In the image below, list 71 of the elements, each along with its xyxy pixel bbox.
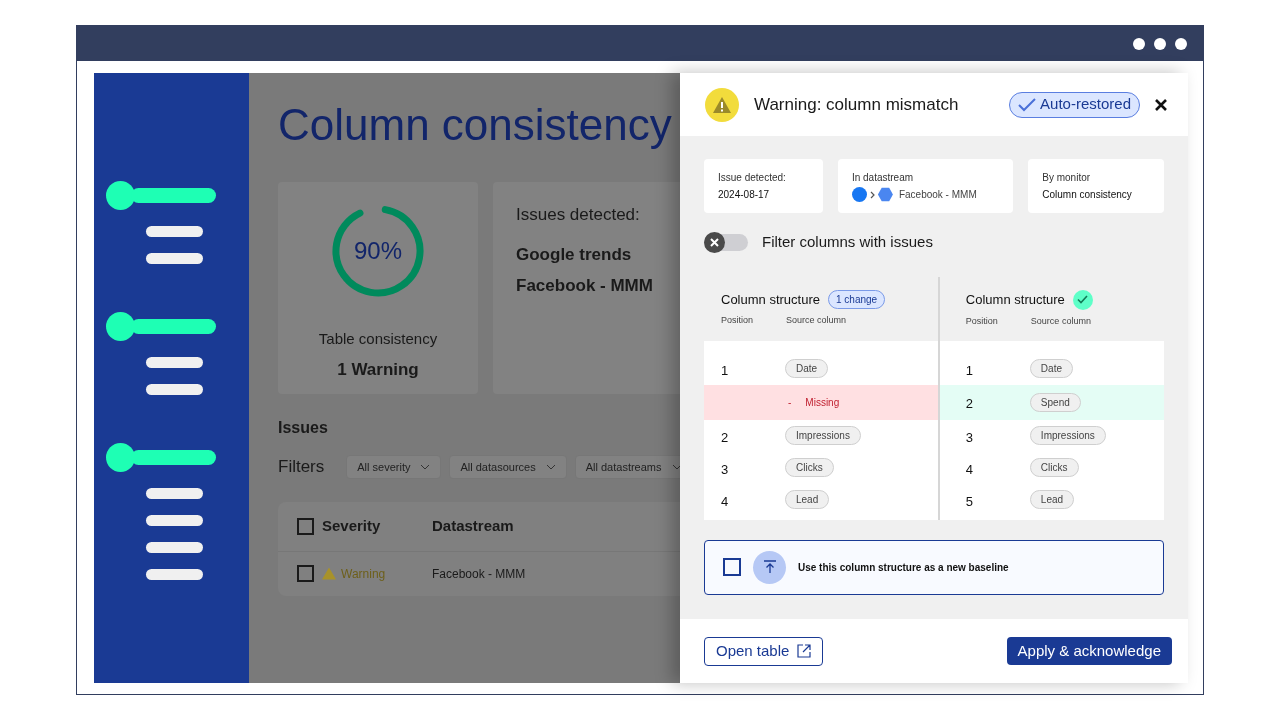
position-number: 1 [721,361,730,380]
page-title: Column consistency [278,99,672,151]
nav-placeholder-bar[interactable] [131,188,216,203]
open-table-button[interactable]: Open table [704,636,824,666]
issues-card-title: Issues detected: [516,204,641,226]
filter-toggle[interactable] [704,233,748,251]
baseline-label: Use this column structure as a new baseline [798,560,1009,575]
nav-placeholder-bar[interactable] [131,450,216,465]
info-value: Column consistency [1042,188,1133,202]
auto-restored-badge: Auto-restored [1009,91,1140,118]
chevron-icon [869,190,875,199]
close-button[interactable] [1154,97,1168,112]
missing-dash: - [788,395,792,410]
position-number: 2 [965,395,975,414]
column-chip: Date [1029,359,1073,378]
filter-toggle-label: Filter columns with issues [762,232,933,252]
column-header: Severity [322,515,382,536]
info-label: Issue detected: [718,171,787,185]
column-header: Datastream [432,515,515,536]
checkbox[interactable] [297,517,314,535]
severity-label: Warning [341,565,386,583]
gauge-summary: 1 Warning [337,358,419,381]
issue-item: Google trends [516,243,633,266]
position-number: 2 [721,428,730,447]
position-number: 3 [721,460,730,479]
column-chip: Lead [1029,490,1075,509]
column-chip: Impressions [1029,426,1106,445]
position-number: 4 [965,460,975,479]
caret-icon [545,463,556,470]
position-number: 4 [721,492,730,511]
position-number: 5 [965,492,975,511]
column-chip: Clicks [1029,458,1079,477]
baseline-checkbox[interactable] [723,558,741,576]
warning-icon [705,87,739,122]
column-chip: Spend [1029,392,1081,412]
nav-placeholder-bar[interactable] [131,319,216,334]
column-header: Position [965,314,999,328]
column-header: Source column [786,314,847,327]
filter-dropdown[interactable]: All severity [346,454,442,479]
missing-label: Missing [805,395,840,410]
column-header: Position [721,314,755,327]
gauge-label: Table consistency [318,329,438,349]
filter-dropdown[interactable]: All datasources [449,454,567,479]
structure-title: Column structure [721,290,820,309]
info-value: Facebook - MMM [898,188,977,202]
issue-item: Facebook - MMM [516,275,654,297]
checkbox[interactable] [297,565,314,582]
table-cell-text: Facebook - MMM [432,565,526,583]
info-label: By monitor [1042,171,1092,185]
change-count-badge: 1 change [828,289,886,309]
caret-icon [420,463,431,470]
info-label: In datastream [851,171,915,185]
panel-title: Warning: column mismatch [754,93,959,116]
x-icon [704,231,725,253]
filters-label: Filters [278,456,325,478]
column-chip: Lead [785,490,830,509]
upload-icon [753,550,786,584]
warning-icon [322,567,336,580]
apply-acknowledge-button[interactable]: Apply & acknowledge [1006,637,1172,665]
position-number: 3 [965,428,975,447]
column-header: Source column [1030,314,1091,328]
external-link-icon [797,644,812,658]
issues-heading: Issues [278,418,328,438]
column-chip: Date [785,359,829,378]
gauge-value: 90% [352,236,403,266]
structure-title: Column structure [965,290,1065,309]
position-number: 1 [965,361,975,380]
column-chip: Clicks [785,458,834,477]
column-chip: Impressions [785,426,861,445]
info-value: 2024-08-17 [718,188,771,202]
facebook-icon [851,187,867,202]
